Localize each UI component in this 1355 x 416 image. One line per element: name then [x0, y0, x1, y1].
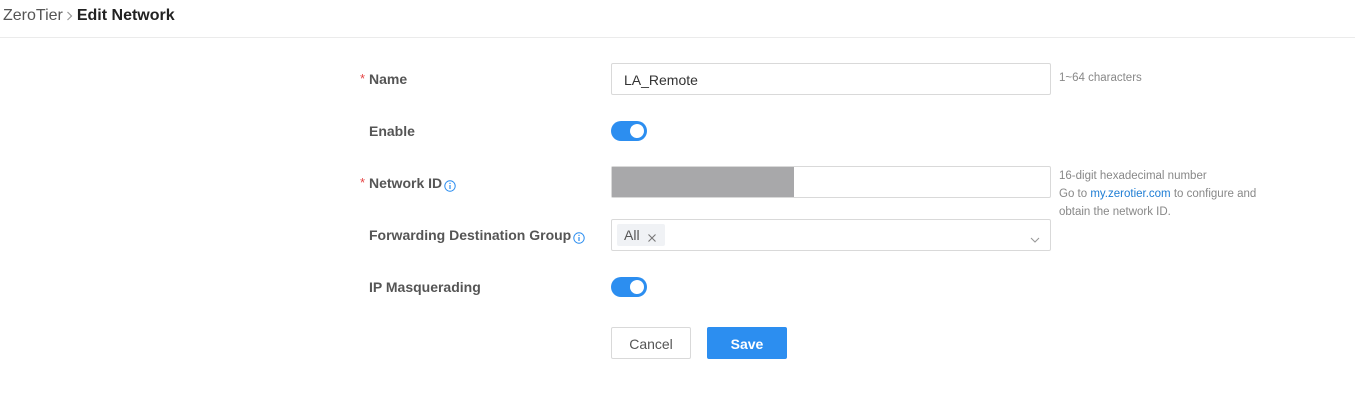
- network-id-hint-line3: obtain the network ID.: [1059, 206, 1171, 218]
- ip-masquerading-toggle[interactable]: [611, 277, 647, 297]
- toggle-knob: [630, 124, 644, 138]
- ip-masquerading-label-text: IP Masquerading: [369, 279, 481, 295]
- page-header: ZeroTier Edit Network: [0, 0, 1355, 38]
- cancel-button[interactable]: Cancel: [611, 327, 691, 359]
- selected-tag-label: All: [624, 227, 640, 243]
- zerotier-link[interactable]: my.zerotier.com: [1090, 188, 1170, 200]
- chevron-right-icon: [63, 5, 77, 27]
- forwarding-group-label: Forwarding Destination Group: [369, 225, 585, 245]
- redacted-network-id: [612, 167, 794, 197]
- required-mark: *: [360, 175, 366, 190]
- hint-prefix: Go to: [1059, 188, 1091, 200]
- name-input-value: LA_Remote: [624, 72, 698, 88]
- name-hint: 1~64 characters: [1059, 72, 1142, 84]
- breadcrumb-root[interactable]: ZeroTier: [3, 5, 63, 27]
- page-title: Edit Network: [76, 7, 175, 24]
- close-icon[interactable]: [647, 230, 657, 242]
- network-id-hint-line1: 16-digit hexadecimal number: [1059, 170, 1207, 182]
- forwarding-group-label-text: Forwarding Destination Group: [369, 227, 572, 243]
- toggle-knob: [630, 280, 644, 294]
- selected-tag: All: [617, 224, 665, 246]
- enable-label-text: Enable: [369, 123, 415, 139]
- network-id-input[interactable]: [611, 166, 1051, 198]
- network-id-label: Network ID: [369, 173, 456, 193]
- breadcrumb: ZeroTier Edit Network: [3, 5, 175, 27]
- forwarding-group-select[interactable]: All: [611, 219, 1051, 251]
- name-label-text: Name: [369, 71, 408, 87]
- network-id-label-text: Network ID: [369, 175, 443, 191]
- enable-toggle[interactable]: [611, 121, 647, 141]
- info-icon[interactable]: [573, 229, 585, 244]
- name-input[interactable]: LA_Remote: [611, 63, 1051, 95]
- name-label: Name: [369, 69, 407, 89]
- hint-suffix: to configure and: [1170, 188, 1257, 200]
- required-mark: *: [360, 71, 366, 86]
- ip-masquerading-label: IP Masquerading: [369, 277, 481, 297]
- chevron-down-icon[interactable]: [1030, 231, 1040, 243]
- info-icon[interactable]: [444, 177, 456, 192]
- network-id-hint: 16-digit hexadecimal number Go to my.zer…: [1059, 167, 1256, 221]
- save-button[interactable]: Save: [707, 327, 787, 359]
- network-id-hint-line2: Go to my.zerotier.com to configure and: [1059, 185, 1256, 203]
- enable-label: Enable: [369, 121, 415, 141]
